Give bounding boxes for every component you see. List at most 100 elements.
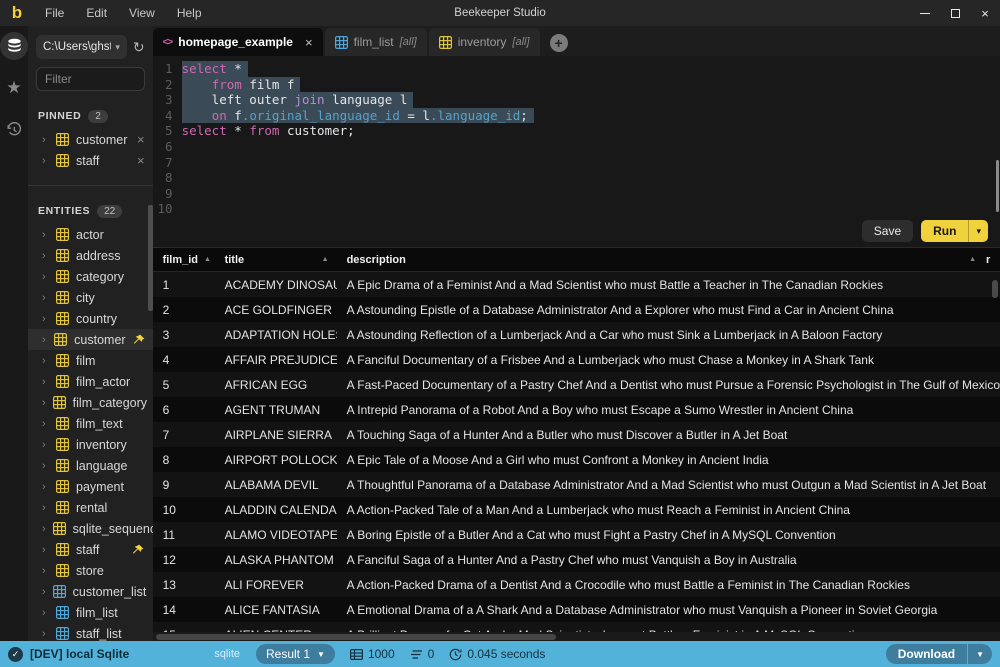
column-header-title[interactable]: title▲ [215,254,337,266]
chevron-right-icon[interactable]: › [42,565,49,577]
editor-line[interactable]: 2 from film f [153,77,1000,93]
chevron-right-icon[interactable]: › [42,271,49,283]
cell-description[interactable]: A Touching Saga of a Hunter And a Butler… [337,428,1000,442]
cell-film-id[interactable]: 13 [153,578,215,592]
download-label[interactable]: Download [886,647,967,661]
entity-item[interactable]: › customer_list [28,581,153,602]
chevron-right-icon[interactable]: › [42,628,49,640]
tab-film-list[interactable]: film_list [all] [325,28,427,56]
entity-item[interactable]: › actor [28,224,153,245]
chevron-right-icon[interactable]: › [42,544,49,556]
table-row[interactable]: 6 AGENT TRUMAN A Intrepid Panorama of a … [153,397,1000,422]
cell-film-id[interactable]: 1 [153,278,215,292]
cell-description[interactable]: A Epic Drama of a Feminist And a Mad Sci… [337,278,1000,292]
close-tab-icon[interactable]: × [305,35,313,50]
editor-scrollbar[interactable] [996,160,999,212]
entity-item[interactable]: › film_text [28,413,153,434]
cell-title[interactable]: ALI FOREVER [215,578,337,592]
editor-line[interactable]: 4 on f.original_language_id = l.language… [153,108,1000,124]
table-row[interactable]: 8 AIRPORT POLLOCK A Epic Tale of a Moose… [153,447,1000,472]
entity-item[interactable]: › address [28,245,153,266]
cell-title[interactable]: ALICE FANTASIA [215,603,337,617]
table-row[interactable]: 4 AFFAIR PREJUDICE A Fanciful Documentar… [153,347,1000,372]
chevron-right-icon[interactable]: › [42,607,49,619]
entity-item[interactable]: › film_category [28,392,153,413]
entity-filter[interactable] [36,67,145,91]
menu-help[interactable]: Help [166,0,213,26]
history-panel-button[interactable] [0,116,28,144]
minimize-button[interactable] [910,0,940,26]
entity-item[interactable]: › film [28,350,153,371]
cell-description[interactable]: A Epic Tale of a Moose And a Girl who mu… [337,453,1000,467]
cell-title[interactable]: AIRPLANE SIERRA [215,428,337,442]
entities-section-header[interactable]: ENTITIES 22 [28,202,153,220]
results-vertical-scrollbar[interactable] [992,280,998,298]
table-row[interactable]: 9 ALABAMA DEVIL A Thoughtful Panorama of… [153,472,1000,497]
add-tab-button[interactable]: + [550,34,568,52]
entity-item[interactable]: › film_list [28,602,153,623]
chevron-right-icon[interactable]: › [42,334,47,346]
pinned-section-header[interactable]: PINNED 2 [28,107,153,125]
table-row[interactable]: 3 ADAPTATION HOLES A Astounding Reflecti… [153,322,1000,347]
download-button[interactable]: Download ▼ [886,644,992,664]
cell-description[interactable]: A Boring Epistle of a Butler And a Cat w… [337,528,1000,542]
entity-item[interactable]: › staff_list [28,623,153,641]
editor-line[interactable]: 7 [153,155,1000,171]
cell-film-id[interactable]: 2 [153,303,215,317]
tab-homepage-example[interactable]: <> homepage_example × [153,28,323,56]
close-button[interactable]: × [970,0,1000,26]
results-horizontal-scrollbar[interactable] [153,632,1000,641]
cell-film-id[interactable]: 7 [153,428,215,442]
column-header-clipped[interactable]: r [984,254,1000,266]
run-label[interactable]: Run [921,220,968,242]
editor-line[interactable]: 9 [153,186,1000,202]
entity-item[interactable]: › country [28,308,153,329]
chevron-right-icon[interactable]: › [42,418,49,430]
refresh-icon[interactable]: ↻ [133,39,145,56]
chevron-right-icon[interactable]: › [42,502,49,514]
menu-file[interactable]: File [34,0,75,26]
chevron-right-icon[interactable]: › [42,229,49,241]
pin-icon[interactable] [133,333,145,346]
chevron-right-icon[interactable]: › [42,250,49,262]
cell-title[interactable]: AIRPORT POLLOCK [215,453,337,467]
chevron-right-icon[interactable]: › [42,376,49,388]
table-row[interactable]: 7 AIRPLANE SIERRA A Touching Saga of a H… [153,422,1000,447]
cell-title[interactable]: ALAMO VIDEOTAPE [215,528,337,542]
cell-title[interactable]: AFFAIR PREJUDICE [215,353,337,367]
cell-description[interactable]: A Thoughtful Panorama of a Database Admi… [337,478,1000,492]
entity-item[interactable]: › customer [28,329,153,350]
run-button[interactable]: Run ▾ [921,220,988,242]
cell-description[interactable]: A Emotional Drama of a A Shark And a Dat… [337,603,1000,617]
download-options-caret[interactable]: ▼ [967,644,992,664]
table-row[interactable]: 5 AFRICAN EGG A Fast-Paced Documentary o… [153,372,1000,397]
cell-description[interactable]: A Fanciful Saga of a Hunter And a Pastry… [337,553,1000,567]
sort-icon[interactable]: ▲ [969,256,976,263]
chevron-right-icon[interactable]: › [42,313,49,325]
chevron-right-icon[interactable]: › [42,481,49,493]
cell-film-id[interactable]: 6 [153,403,215,417]
entity-item[interactable]: › inventory [28,434,153,455]
cell-description[interactable]: A Intrepid Panorama of a Robot And a Boy… [337,403,1000,417]
pin-icon[interactable] [132,543,145,556]
chevron-right-icon[interactable]: › [42,586,46,598]
unpin-close-icon[interactable]: × [137,153,145,168]
column-header-film-id[interactable]: film_id▲ [153,254,215,266]
chevron-right-icon[interactable]: › [42,439,49,451]
cell-film-id[interactable]: 8 [153,453,215,467]
entity-item[interactable]: › city [28,287,153,308]
table-row[interactable]: 11 ALAMO VIDEOTAPE A Boring Epistle of a… [153,522,1000,547]
entity-item[interactable]: › film_actor [28,371,153,392]
entity-item[interactable]: › payment [28,476,153,497]
chevron-right-icon[interactable]: › [42,523,46,535]
result-selector-dropdown[interactable]: Result 1 ▼ [256,644,335,664]
cell-film-id[interactable]: 10 [153,503,215,517]
entity-item[interactable]: › sqlite_sequence [28,518,153,539]
maximize-button[interactable] [940,0,970,26]
entity-item[interactable]: › customer × [28,129,153,150]
cell-description[interactable]: A Fast-Paced Documentary of a Pastry Che… [337,378,1000,392]
cell-title[interactable]: ADAPTATION HOLES [215,328,337,342]
table-row[interactable]: 14 ALICE FANTASIA A Emotional Drama of a… [153,597,1000,622]
favorites-panel-button[interactable]: ★ [0,74,28,102]
cell-film-id[interactable]: 4 [153,353,215,367]
